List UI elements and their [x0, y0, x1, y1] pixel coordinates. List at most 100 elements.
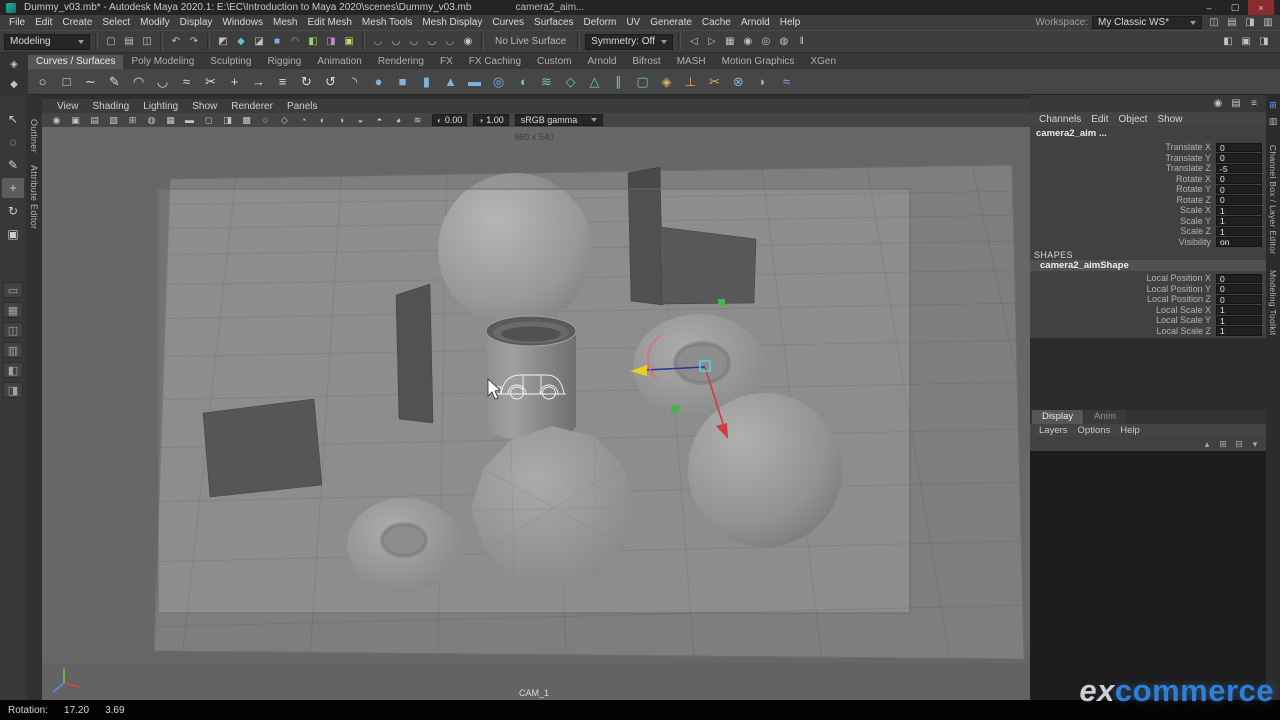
bevel-plus-icon[interactable]: ◈ — [655, 70, 678, 93]
select-component-mask-icon[interactable]: ◪ — [251, 34, 267, 50]
layer-menu-item[interactable]: Help — [1115, 425, 1145, 436]
channel-label[interactable]: Visibility — [1179, 237, 1211, 247]
select-mesh-mask-icon[interactable]: ■ — [269, 34, 285, 50]
ipr-render-icon[interactable]: ◎ — [758, 34, 774, 50]
extrude-surface-icon[interactable]: △ — [583, 70, 606, 93]
minimize-button[interactable]: – — [1196, 0, 1222, 15]
maximize-button[interactable]: ▢ — [1222, 0, 1248, 15]
menu-item[interactable]: Cache — [697, 17, 736, 28]
boundary-surface-icon[interactable]: ▢ — [631, 70, 654, 93]
channel-value-field[interactable]: 0 — [1216, 174, 1262, 184]
planar-surface-icon[interactable]: ◇ — [559, 70, 582, 93]
snap-to-projected-center-icon[interactable]: ◡ — [424, 34, 440, 50]
shelf-tab[interactable]: Motion Graphics — [714, 55, 803, 69]
channel-label[interactable]: Scale Z — [1180, 226, 1211, 236]
single-pane-layout-button[interactable]: ▭ — [3, 282, 23, 298]
revolve-icon[interactable]: ◖ — [511, 70, 534, 93]
outliner-persp-layout-button[interactable]: ◧ — [3, 362, 23, 378]
select-hierarchy-mask-icon[interactable]: ◩ — [215, 34, 231, 50]
four-pane-layout-button[interactable]: ▦ — [3, 302, 23, 318]
channel-label[interactable]: Scale Y — [1180, 216, 1211, 226]
channel-label[interactable]: Translate Z — [1166, 163, 1211, 173]
camera-attributes-icon[interactable]: ▣ — [67, 114, 84, 127]
bookmark-icon[interactable]: ▤ — [86, 114, 103, 127]
motion-blur-icon[interactable]: ≋ — [409, 114, 426, 127]
layer-options-icon[interactable]: ▾ — [1248, 438, 1262, 451]
menu-item[interactable]: File — [4, 17, 30, 28]
new-scene-icon[interactable]: ▢ — [103, 34, 119, 50]
camera-lock-icon[interactable]: ◉ — [48, 114, 65, 127]
selected-object-name[interactable]: camera2_aim ... — [1030, 128, 1266, 139]
two-pane-stacked-layout-button[interactable]: ▥ — [3, 342, 23, 358]
curve-fillet-icon[interactable]: ◝ — [343, 70, 366, 93]
nurbs-sphere-icon[interactable]: ● — [367, 70, 390, 93]
intersect-surfaces-icon[interactable]: ⊗ — [727, 70, 750, 93]
move-tool[interactable]: + — [2, 178, 24, 198]
menu-item[interactable]: Arnold — [736, 17, 775, 28]
output-connections-icon[interactable]: ▷ — [704, 34, 720, 50]
shelf-tab[interactable]: Arnold — [579, 55, 624, 69]
project-curve-icon[interactable]: ⊥ — [679, 70, 702, 93]
channel-label[interactable]: Local Position X — [1146, 273, 1211, 283]
shelf-tab[interactable]: Bifrost — [624, 55, 668, 69]
menu-item[interactable]: Display — [175, 17, 218, 28]
menu-item[interactable]: Surfaces — [529, 17, 578, 28]
shelf-tab[interactable]: Poly Modeling — [123, 55, 202, 69]
channel-box-icon[interactable]: ▥ — [1267, 115, 1279, 127]
tab-anim[interactable]: Anim — [1084, 410, 1126, 424]
paint-select-tool[interactable]: ✎ — [2, 155, 24, 175]
menu-item[interactable]: Curves — [487, 17, 529, 28]
redo-icon[interactable]: ↷ — [186, 34, 202, 50]
shelf-tab[interactable]: Curves / Surfaces — [28, 55, 124, 69]
channel-value-field[interactable]: 1 — [1216, 326, 1262, 336]
ep-curve-tool-icon[interactable]: ∼ — [79, 70, 102, 93]
select-object-mask-icon[interactable]: ◆ — [233, 34, 249, 50]
snap-to-view-plane-icon[interactable]: ◡ — [442, 34, 458, 50]
viewport-menu-item[interactable]: Show — [185, 101, 224, 112]
channel-value-field[interactable]: 1 — [1216, 205, 1262, 215]
workspace-selector[interactable]: My Classic WS* — [1092, 16, 1202, 29]
open-render-view-icon[interactable]: ▦ — [722, 34, 738, 50]
viewport-menu-item[interactable]: Renderer — [224, 101, 280, 112]
shelf-tab[interactable]: Sculpting — [202, 55, 259, 69]
shelf-tab[interactable]: FX Caching — [461, 55, 529, 69]
nurbs-plane-icon[interactable]: ▬ — [463, 70, 486, 93]
sphere-right-object[interactable] — [688, 393, 842, 547]
channel-label[interactable]: Local Scale Z — [1156, 326, 1211, 336]
create-layer-from-selected-icon[interactable]: ⊟ — [1232, 438, 1246, 451]
channel-label[interactable]: Scale X — [1180, 205, 1211, 215]
menu-item[interactable]: Deform — [579, 17, 622, 28]
wireframe-icon[interactable]: ◔ — [295, 114, 312, 127]
lasso-select-tool[interactable]: ◌ — [2, 132, 24, 152]
menu-item[interactable]: UV — [621, 17, 645, 28]
channel-label[interactable]: Rotate X — [1176, 174, 1211, 184]
shelf-star-icon[interactable]: ◆ — [6, 76, 22, 92]
shelf-tab[interactable]: Rendering — [370, 55, 432, 69]
create-empty-layer-icon[interactable]: ⊞ — [1216, 438, 1230, 451]
shape-node-name[interactable]: camera2_aimShape — [1030, 260, 1266, 271]
scale-tool[interactable]: ▣ — [2, 224, 24, 244]
nurbs-cone-icon[interactable]: ▲ — [439, 70, 462, 93]
channel-value-field[interactable]: 1 — [1216, 226, 1262, 236]
channel-label[interactable]: Translate X — [1165, 142, 1211, 152]
hypershade-persp-layout-button[interactable]: ◨ — [3, 382, 23, 398]
channel-box-menu-item[interactable]: Show — [1152, 114, 1187, 125]
viewport-menu-item[interactable]: Panels — [280, 101, 325, 112]
nurbs-torus-icon[interactable]: ◎ — [487, 70, 510, 93]
viewport-menu-item[interactable]: View — [50, 101, 86, 112]
loft-icon[interactable]: ≋ — [535, 70, 558, 93]
viewport-menu-item[interactable]: Shading — [86, 101, 137, 112]
square-curve-icon[interactable]: □ — [55, 70, 78, 93]
symmetry-selector[interactable]: Symmetry: Off — [585, 33, 673, 50]
attach-curves-icon[interactable]: ≈ — [175, 70, 198, 93]
tab-display[interactable]: Display — [1032, 410, 1084, 424]
extend-curve-icon[interactable]: → — [247, 70, 270, 93]
shadows-icon[interactable]: ◓ — [371, 114, 388, 127]
rebuild-curve-icon[interactable]: ↻ — [295, 70, 318, 93]
shelf-menu-icon[interactable]: ◈ — [6, 56, 22, 72]
channel-value-field[interactable]: 0 — [1216, 184, 1262, 194]
select-deformation-mask-icon[interactable]: ◨ — [323, 34, 339, 50]
menu-item[interactable]: Mesh — [268, 17, 302, 28]
safe-action-icon[interactable]: ○ — [257, 114, 274, 127]
channel-value-field[interactable]: 0 — [1216, 284, 1262, 294]
